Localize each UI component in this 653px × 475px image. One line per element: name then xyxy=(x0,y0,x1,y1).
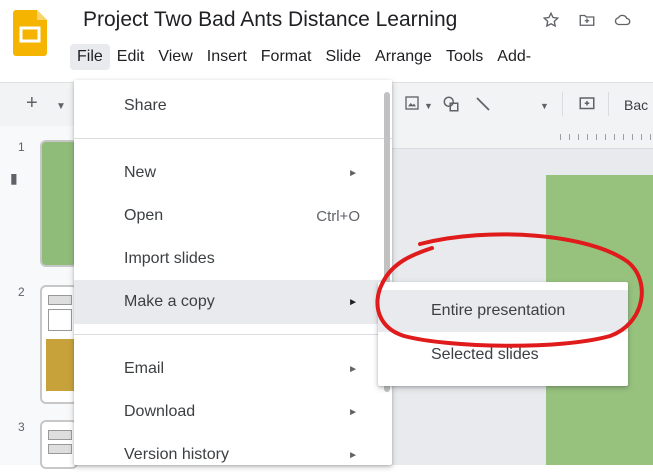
menu-item-label: Make a copy xyxy=(124,293,215,310)
new-slide-dropdown-icon[interactable]: ▼ xyxy=(56,101,66,112)
new-slide-button[interactable]: + xyxy=(26,92,38,115)
menu-view[interactable]: View xyxy=(151,44,199,70)
menu-tools[interactable]: Tools xyxy=(439,44,490,70)
menu-divider xyxy=(74,334,392,335)
submenu-arrow-icon: ► xyxy=(348,296,358,308)
line-dropdown-icon[interactable]: ▼ xyxy=(540,101,549,111)
menu-item-version-history[interactable]: Version history ► xyxy=(74,435,392,475)
slide-thumbnail-1[interactable] xyxy=(40,140,78,267)
submenu-arrow-icon: ► xyxy=(348,406,358,418)
slide-number: 1 xyxy=(18,140,25,154)
menu-item-download[interactable]: Download ► xyxy=(74,392,392,432)
toolbar-separator xyxy=(608,92,609,116)
menu-item-label: Version history xyxy=(124,446,229,463)
slide-number: 2 xyxy=(18,285,25,299)
shortcut-label: Ctrl+O xyxy=(316,207,360,225)
menu-item-new[interactable]: New ► xyxy=(74,153,392,193)
file-menu-dropdown: Share New ► Open Ctrl+O Import slides Ma… xyxy=(74,80,392,465)
menu-item-label: Download xyxy=(124,403,196,420)
menu-format[interactable]: Format xyxy=(254,44,319,70)
menu-item-share[interactable]: Share xyxy=(74,86,392,126)
slides-logo-icon[interactable] xyxy=(13,10,47,56)
menu-item-make-a-copy[interactable]: Make a copy ► xyxy=(74,280,392,324)
slide-thumbnail-2[interactable] xyxy=(40,285,78,404)
menu-arrange[interactable]: Arrange xyxy=(368,44,439,70)
line-icon[interactable] xyxy=(474,95,492,118)
menu-item-email[interactable]: Email ► xyxy=(74,349,392,389)
background-button[interactable]: Bac xyxy=(624,97,648,113)
menu-addons[interactable]: Add- xyxy=(490,44,538,70)
move-to-folder-icon[interactable] xyxy=(577,10,597,30)
slide-thumbnail-3[interactable] xyxy=(40,420,78,469)
image-dropdown-icon[interactable]: ▼ xyxy=(424,101,433,111)
menu-slide[interactable]: Slide xyxy=(318,44,368,70)
insert-image-icon[interactable] xyxy=(404,95,420,116)
menu-item-import-slides[interactable]: Import slides xyxy=(74,239,392,279)
toolbar-separator xyxy=(562,92,563,116)
menu-item-label: Share xyxy=(124,97,167,114)
title-actions xyxy=(541,10,633,30)
document-title[interactable]: Project Two Bad Ants Distance Learning xyxy=(83,8,457,32)
menu-item-label: Open xyxy=(124,207,164,224)
menu-divider xyxy=(74,138,392,139)
submenu-arrow-icon: ► xyxy=(348,449,358,461)
ruler-ticks xyxy=(560,134,653,140)
submenu-arrow-icon: ► xyxy=(348,167,358,179)
speaker-notes-icon: ▮ xyxy=(10,170,18,186)
menu-item-label: Import slides xyxy=(124,250,215,267)
slide-number: 3 xyxy=(18,420,25,434)
comment-icon[interactable] xyxy=(578,95,596,118)
menu-insert[interactable]: Insert xyxy=(200,44,254,70)
menubar: File Edit View Insert Format Slide Arran… xyxy=(70,42,538,72)
menu-item-label: Email xyxy=(124,360,165,377)
star-icon[interactable] xyxy=(541,10,561,30)
submenu-arrow-icon: ► xyxy=(348,363,358,375)
shape-icon[interactable] xyxy=(442,95,460,118)
highlight-annotation xyxy=(375,232,644,348)
menu-edit[interactable]: Edit xyxy=(110,44,152,70)
cloud-status-icon[interactable] xyxy=(613,10,633,30)
menu-item-label: New xyxy=(124,164,157,181)
menu-item-open[interactable]: Open Ctrl+O xyxy=(74,196,392,236)
menu-file[interactable]: File xyxy=(70,44,110,70)
